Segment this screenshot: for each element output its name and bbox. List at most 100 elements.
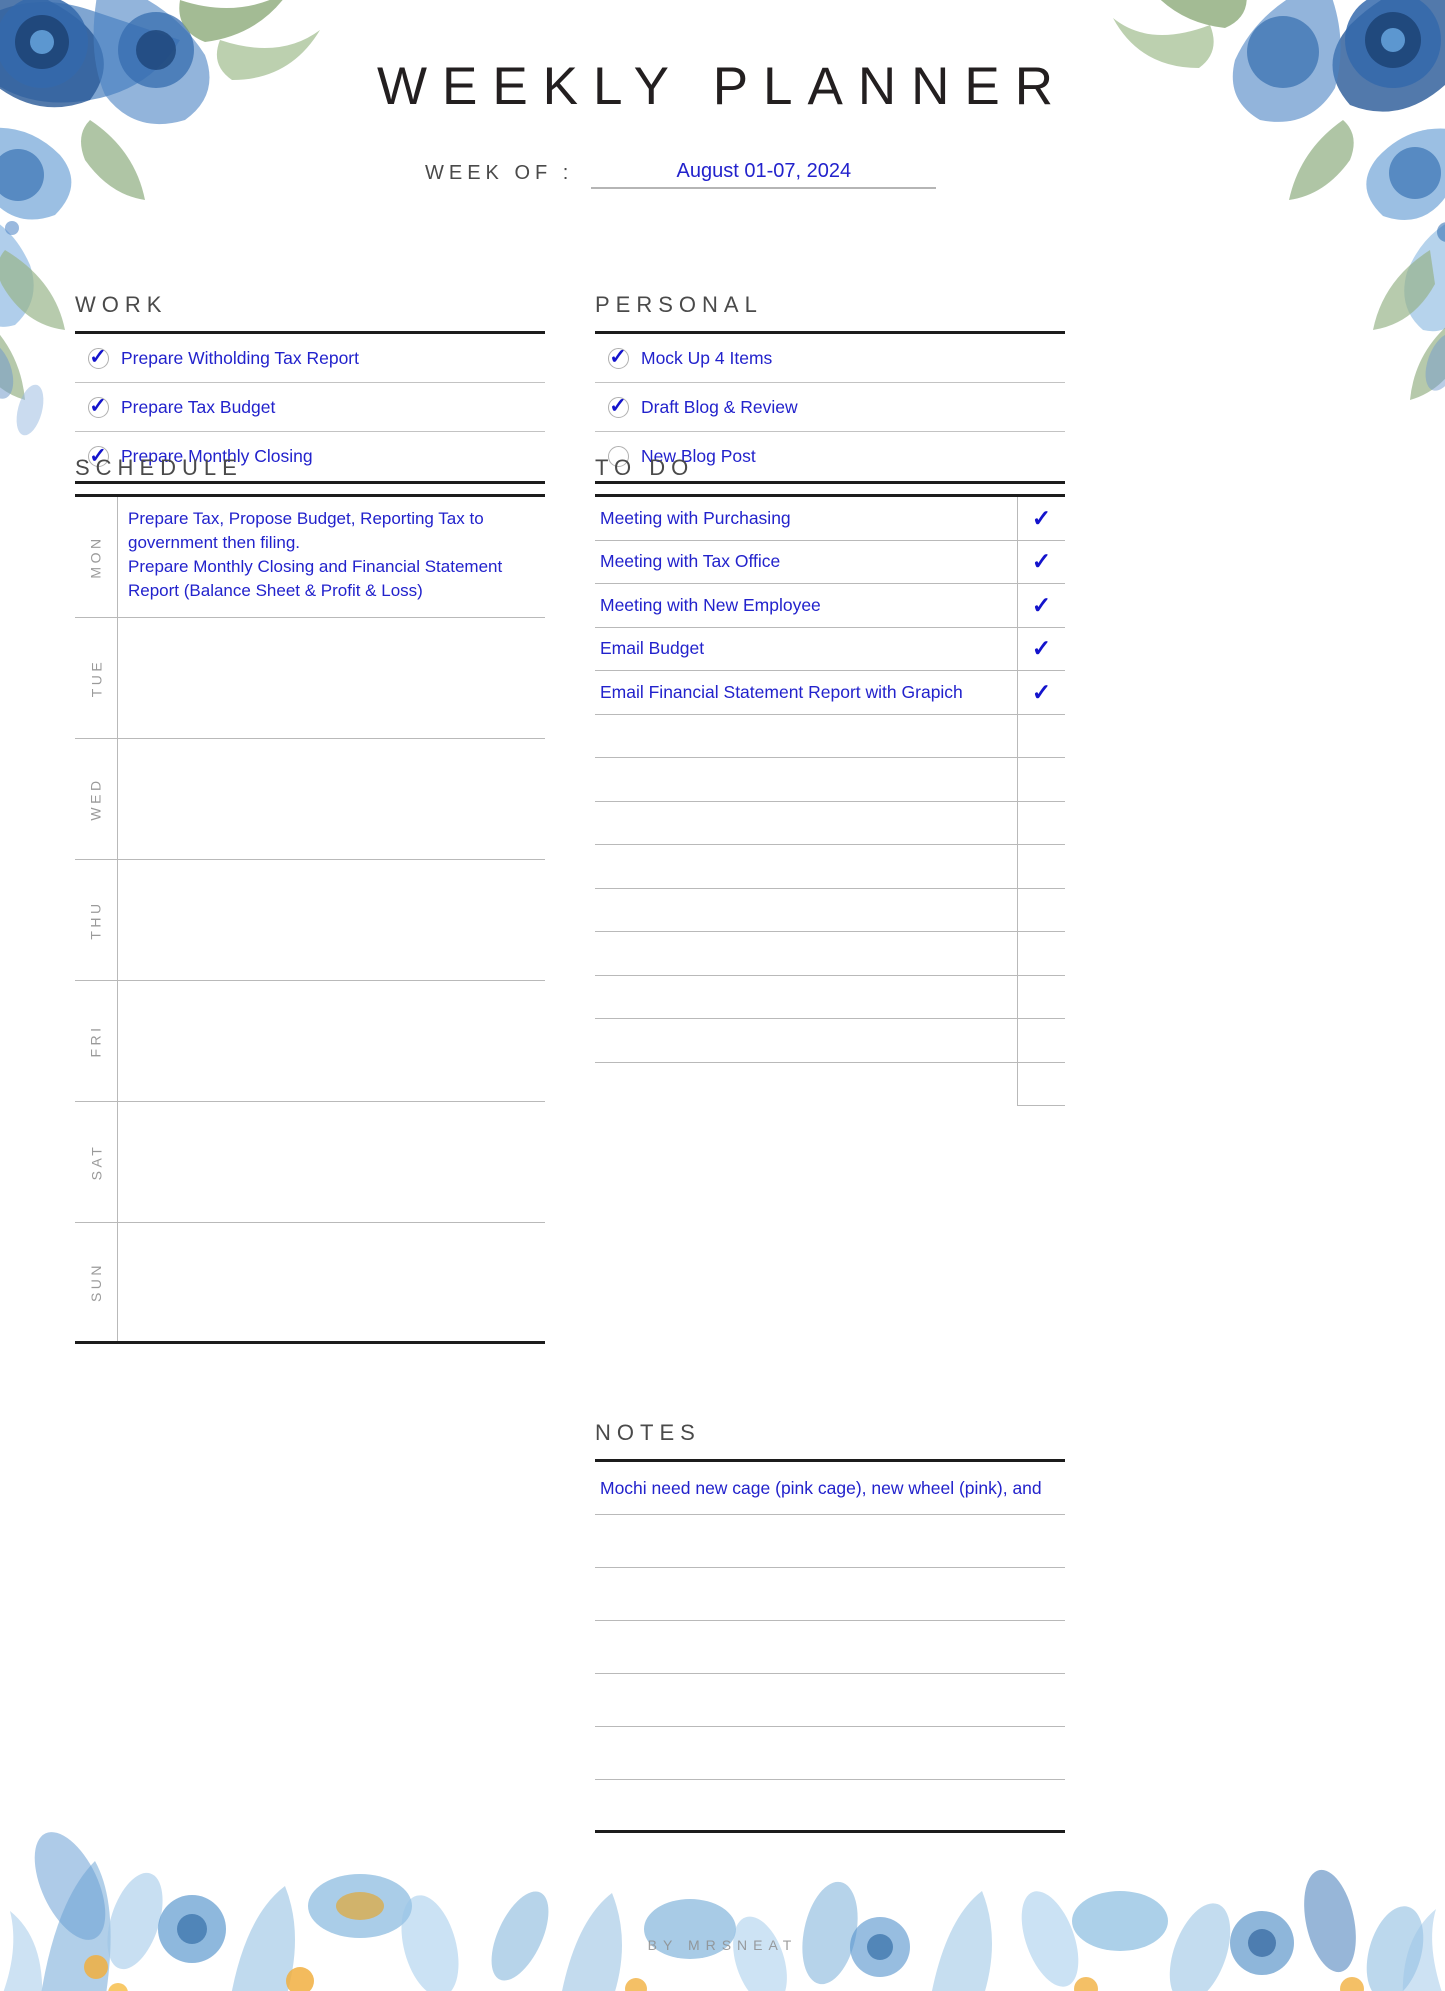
- personal-item-label: Draft Blog & Review: [641, 396, 798, 417]
- todo-task-label: Meeting with Tax Office: [600, 551, 781, 572]
- todo-row[interactable]: [595, 888, 1065, 932]
- week-of-label: WEEK OF :: [425, 162, 574, 184]
- schedule-entry-field[interactable]: [118, 981, 545, 1101]
- schedule-row-sat[interactable]: SAT: [75, 1102, 545, 1223]
- week-of-field[interactable]: August 01-07, 2024: [591, 160, 937, 189]
- todo-task-field[interactable]: [595, 932, 1017, 976]
- personal-item[interactable]: Draft Blog & Review: [595, 383, 1065, 432]
- todo-task-field[interactable]: [595, 758, 1017, 802]
- todo-row[interactable]: Meeting with New Employee ✓: [595, 584, 1065, 628]
- todo-row[interactable]: [595, 1062, 1065, 1107]
- personal-checkbox[interactable]: [595, 396, 641, 418]
- schedule-entry-field[interactable]: [118, 860, 545, 980]
- todo-row[interactable]: [595, 801, 1065, 845]
- todo-check-cell[interactable]: ✓: [1017, 627, 1065, 671]
- todo-check-cell[interactable]: [1017, 845, 1065, 889]
- todo-task-field[interactable]: Meeting with Purchasing: [595, 497, 1017, 541]
- todo-row[interactable]: [595, 932, 1065, 976]
- todo-check-cell[interactable]: ✓: [1017, 497, 1065, 541]
- todo-check-cell[interactable]: [1017, 714, 1065, 758]
- notes-grid: Mochi need new cage (pink cage), new whe…: [595, 1459, 1065, 1833]
- todo-check-cell[interactable]: [1017, 975, 1065, 1019]
- schedule-row-mon[interactable]: MON Prepare Tax, Propose Budget, Reporti…: [75, 497, 545, 618]
- todo-task-field[interactable]: Meeting with Tax Office: [595, 541, 1017, 584]
- todo-heading: TO DO: [595, 455, 695, 480]
- work-checkbox[interactable]: [75, 347, 121, 369]
- personal-heading: PERSONAL: [595, 292, 763, 317]
- todo-task-field[interactable]: [595, 976, 1017, 1019]
- todo-check-cell[interactable]: ✓: [1017, 671, 1065, 715]
- schedule-row-tue[interactable]: TUE: [75, 618, 545, 739]
- check-circle-icon: [607, 396, 629, 418]
- day-label-wed: WED: [88, 777, 105, 821]
- day-label-sun: SUN: [88, 1261, 104, 1303]
- todo-task-field[interactable]: [595, 715, 1017, 758]
- schedule-row-wed[interactable]: WED: [75, 739, 545, 860]
- schedule-row-fri[interactable]: FRI: [75, 981, 545, 1102]
- schedule-day-label: FRI: [75, 981, 118, 1101]
- todo-task-field[interactable]: [595, 1019, 1017, 1063]
- day-label-mon: MON: [88, 535, 105, 579]
- check-icon: ✓: [1031, 504, 1052, 531]
- todo-task-field[interactable]: [595, 845, 1017, 889]
- todo-check-cell[interactable]: [1017, 932, 1065, 976]
- schedule-entry-field[interactable]: Prepare Tax, Propose Budget, Reporting T…: [118, 497, 545, 617]
- notes-line[interactable]: [595, 1621, 1065, 1674]
- notes-line[interactable]: [595, 1568, 1065, 1621]
- schedule-grid: MON Prepare Tax, Propose Budget, Reporti…: [75, 494, 545, 1344]
- schedule-section: SCHEDULE MON Prepare Tax, Propose Budget…: [75, 455, 545, 1344]
- todo-row[interactable]: [595, 714, 1065, 758]
- todo-task-label: Meeting with New Employee: [600, 594, 821, 615]
- todo-check-cell[interactable]: ✓: [1017, 540, 1065, 584]
- schedule-entry-field[interactable]: [118, 1223, 545, 1341]
- todo-row[interactable]: [595, 758, 1065, 802]
- work-item-label: Prepare Tax Budget: [121, 396, 276, 417]
- schedule-heading: SCHEDULE: [75, 455, 243, 480]
- todo-check-cell[interactable]: ✓: [1017, 584, 1065, 628]
- notes-line[interactable]: [595, 1674, 1065, 1727]
- notes-line[interactable]: [595, 1727, 1065, 1780]
- todo-row[interactable]: [595, 845, 1065, 889]
- todo-row[interactable]: Email Budget ✓: [595, 627, 1065, 671]
- work-item-label: Prepare Witholding Tax Report: [121, 347, 359, 368]
- todo-task-field[interactable]: [595, 802, 1017, 845]
- todo-task-field[interactable]: Email Financial Statement Report with Gr…: [595, 671, 1017, 715]
- todo-row[interactable]: [595, 975, 1065, 1019]
- work-item[interactable]: Prepare Tax Budget: [75, 383, 545, 432]
- day-label-fri: FRI: [88, 1024, 104, 1058]
- work-checkbox[interactable]: [75, 396, 121, 418]
- personal-checkbox[interactable]: [595, 347, 641, 369]
- schedule-day-label: SAT: [75, 1102, 118, 1222]
- schedule-row-sun[interactable]: SUN: [75, 1223, 545, 1344]
- todo-section: TO DO Meeting with Purchasing ✓ Meeting …: [595, 455, 1065, 1106]
- todo-task-field[interactable]: Meeting with New Employee: [595, 584, 1017, 628]
- notes-line[interactable]: [595, 1780, 1065, 1833]
- todo-row[interactable]: Email Financial Statement Report with Gr…: [595, 671, 1065, 715]
- check-icon: ✓: [1031, 635, 1052, 662]
- schedule-entry-field[interactable]: [118, 739, 545, 859]
- schedule-row-thu[interactable]: THU: [75, 860, 545, 981]
- todo-task-label: Email Financial Statement Report with Gr…: [600, 681, 963, 702]
- notes-heading: NOTES: [595, 1420, 701, 1445]
- todo-task-field[interactable]: [595, 1063, 1017, 1107]
- notes-line[interactable]: Mochi need new cage (pink cage), new whe…: [595, 1462, 1065, 1515]
- todo-task-field[interactable]: [595, 889, 1017, 932]
- page-title: WEEKLY PLANNER: [376, 57, 1069, 116]
- notes-section: NOTES Mochi need new cage (pink cage), n…: [595, 1420, 1065, 1833]
- work-item[interactable]: Prepare Witholding Tax Report: [75, 334, 545, 383]
- todo-row[interactable]: Meeting with Tax Office ✓: [595, 540, 1065, 584]
- schedule-entry-field[interactable]: [118, 618, 545, 738]
- todo-check-cell[interactable]: [1017, 1019, 1065, 1063]
- todo-check-cell[interactable]: [1017, 888, 1065, 932]
- todo-grid: Meeting with Purchasing ✓ Meeting with T…: [595, 494, 1065, 1106]
- todo-check-cell[interactable]: [1017, 758, 1065, 802]
- personal-item[interactable]: Mock Up 4 Items: [595, 334, 1065, 383]
- todo-task-field[interactable]: Email Budget: [595, 628, 1017, 671]
- todo-check-cell[interactable]: [1017, 1062, 1065, 1106]
- schedule-entry-field[interactable]: [118, 1102, 545, 1222]
- notes-line[interactable]: [595, 1515, 1065, 1568]
- todo-row[interactable]: [595, 1019, 1065, 1063]
- todo-row[interactable]: Meeting with Purchasing ✓: [595, 497, 1065, 541]
- schedule-day-label: TUE: [75, 618, 118, 738]
- todo-check-cell[interactable]: [1017, 801, 1065, 845]
